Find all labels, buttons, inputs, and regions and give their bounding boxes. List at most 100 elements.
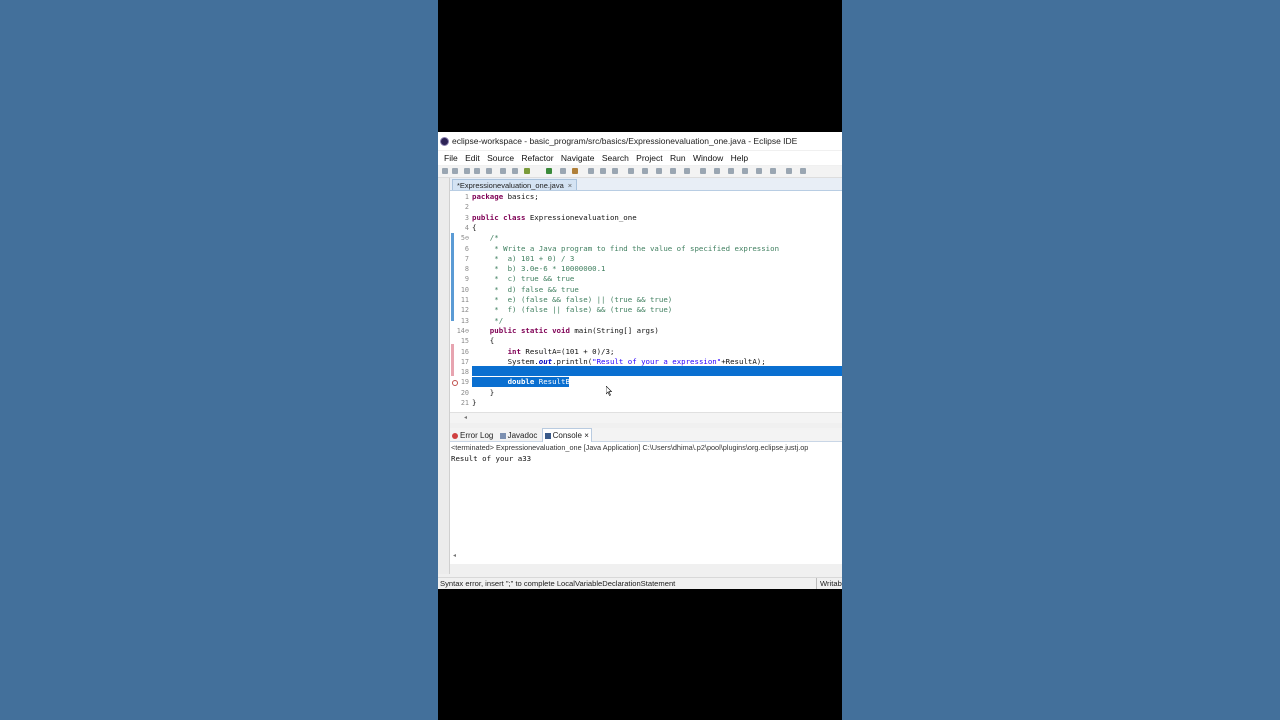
code-line[interactable]: 10 * d) false && true: [450, 285, 842, 295]
menu-help[interactable]: Help: [731, 151, 748, 165]
line-number: 16: [460, 347, 469, 356]
code-line[interactable]: 18: [450, 367, 842, 377]
code-rest: ResultA=(101 + 0)/3;: [520, 346, 615, 356]
code-line[interactable]: 4{: [450, 223, 842, 233]
menu-search[interactable]: Search: [602, 151, 629, 165]
code-line[interactable]: 2: [450, 202, 842, 212]
console-view[interactable]: <terminated> Expressionevaluation_one [J…: [450, 442, 842, 564]
code-line[interactable]: 19 double ResultB: [450, 377, 842, 387]
close-icon[interactable]: ×: [568, 181, 572, 190]
keyword: int: [472, 346, 521, 356]
code-line[interactable]: 21}: [450, 398, 842, 408]
toggle-breakpoint-icon[interactable]: [500, 168, 506, 174]
run-dropdown-icon[interactable]: [560, 168, 566, 174]
menu-edit[interactable]: Edit: [465, 151, 480, 165]
line-number: 21: [460, 399, 469, 407]
code-text: * b) 3.0e-6 * 10000000.1: [472, 264, 606, 274]
code-line[interactable]: 7 * a) 101 + 0) / 3: [450, 254, 842, 264]
toggle-mark-icon[interactable]: [656, 168, 662, 174]
menu-source[interactable]: Source: [487, 151, 514, 165]
tab-label: *Expressionevaluation_one.java: [457, 181, 564, 190]
tab-error-log[interactable]: Error Log: [450, 429, 495, 442]
code-text: }: [472, 388, 494, 398]
code-plain: }: [472, 398, 477, 407]
annotation-icon[interactable]: [670, 168, 676, 174]
tab-label: Console: [552, 431, 582, 440]
window-title: eclipse-workspace - basic_program/src/ba…: [452, 136, 798, 146]
toolbar: [438, 166, 842, 178]
search-icon[interactable]: [642, 168, 648, 174]
code-line[interactable]: 15 {: [450, 336, 842, 346]
code-line[interactable]: 17 System.out.println("Result of your a …: [450, 357, 842, 367]
status-mode: Writab: [816, 578, 842, 589]
new-icon[interactable]: [442, 168, 448, 174]
dropdown-icon[interactable]: [452, 168, 458, 174]
skip-breakpoints-icon[interactable]: [512, 168, 518, 174]
prev-annotation-icon[interactable]: [700, 168, 706, 174]
menu-window[interactable]: Window: [693, 151, 723, 165]
print-icon[interactable]: [486, 168, 492, 174]
console-scroll-left-icon[interactable]: ◂: [453, 552, 456, 559]
save-all-icon[interactable]: [474, 168, 480, 174]
line-number: 2: [464, 203, 469, 212]
eclipse-window: eclipse-workspace - basic_program/src/ba…: [438, 132, 842, 589]
new-java-project-icon[interactable]: [588, 168, 594, 174]
code-text: int ResultA=(101 + 0)/3;: [472, 346, 615, 357]
debug-icon[interactable]: [524, 168, 530, 174]
code-line[interactable]: 20 }: [450, 388, 842, 398]
forward-icon[interactable]: [742, 168, 748, 174]
nav-dropdown-icon[interactable]: [770, 168, 776, 174]
code-rest: Expressionevaluation_one: [525, 212, 637, 222]
comment: * b) 3.0e-6 * 10000000.1: [472, 264, 606, 274]
tab-javadoc[interactable]: Javadoc: [498, 429, 540, 442]
comment: * e) (false && false) || (true && true): [472, 295, 673, 304]
code-line[interactable]: 13 */: [450, 316, 842, 326]
video-frame: eclipse-workspace - basic_program/src/ba…: [438, 0, 842, 720]
code-line[interactable]: 9 * c) true && true: [450, 274, 842, 284]
editor-horizontal-scrollbar[interactable]: ◂: [450, 412, 842, 423]
code-line[interactable]: 1 package basics;: [450, 192, 842, 202]
menu-file[interactable]: File: [444, 151, 458, 165]
line-number: 20: [460, 388, 469, 397]
next-annotation-icon[interactable]: [684, 168, 690, 174]
error-log-icon: [452, 432, 458, 439]
new-class-icon[interactable]: [612, 168, 618, 174]
line-number: 6: [464, 244, 469, 253]
code-line[interactable]: 12 * f) (false || false) && (true && tru…: [450, 305, 842, 315]
save-icon[interactable]: [464, 168, 470, 174]
code-line[interactable]: 16 int ResultA=(101 + 0)/3;: [450, 347, 842, 357]
back-icon[interactable]: [728, 168, 734, 174]
line-number: 17: [460, 357, 469, 366]
menu-navigate[interactable]: Navigate: [561, 151, 595, 165]
comment: * a) 101 + 0) / 3: [472, 253, 575, 263]
menu-project[interactable]: Project: [636, 151, 662, 165]
last-edit-icon[interactable]: [756, 168, 762, 174]
code-text: {: [472, 336, 494, 346]
code-text: System.out.println("Result of your a exp…: [472, 357, 766, 367]
mouse-cursor-icon: [606, 386, 612, 396]
editor-tab-bar: *Expressionevaluation_one.java ×: [450, 178, 842, 191]
code-line[interactable]: 5⊖ /*: [450, 233, 842, 243]
menu-run[interactable]: Run: [670, 151, 686, 165]
code-rest: main(String[] args): [569, 325, 659, 335]
code-line[interactable]: 8 * b) 3.0e-6 * 10000000.1: [450, 264, 842, 274]
pin-editor-icon[interactable]: [714, 168, 720, 174]
menu-refactor[interactable]: Refactor: [521, 151, 553, 165]
code-line[interactable]: 6 * Write a Java program to find the val…: [450, 244, 842, 254]
console-icon: [544, 432, 551, 439]
close-icon[interactable]: ×: [584, 431, 589, 440]
code-line[interactable]: 14⊖ public static void main(String[] arg…: [450, 326, 842, 336]
tab-console[interactable]: Console ×: [541, 428, 592, 442]
code-line[interactable]: 3 public class Expressionevaluation_one: [450, 213, 842, 223]
code-segment: +ResultA);: [721, 356, 766, 366]
new-package-icon[interactable]: [600, 168, 606, 174]
keyword: double: [472, 377, 535, 387]
external-tools-icon[interactable]: [572, 168, 578, 174]
comment: * d) false && true: [472, 284, 579, 294]
run-icon[interactable]: [546, 168, 552, 174]
more-icon[interactable]: [800, 168, 806, 174]
code-editor[interactable]: 1 package basics; 2 3 public class Expressio…: [450, 190, 842, 413]
perspective-icon[interactable]: [786, 168, 792, 174]
open-type-icon[interactable]: [628, 168, 634, 174]
code-line[interactable]: 11 * e) (false && false) || (true && tru…: [450, 295, 842, 305]
